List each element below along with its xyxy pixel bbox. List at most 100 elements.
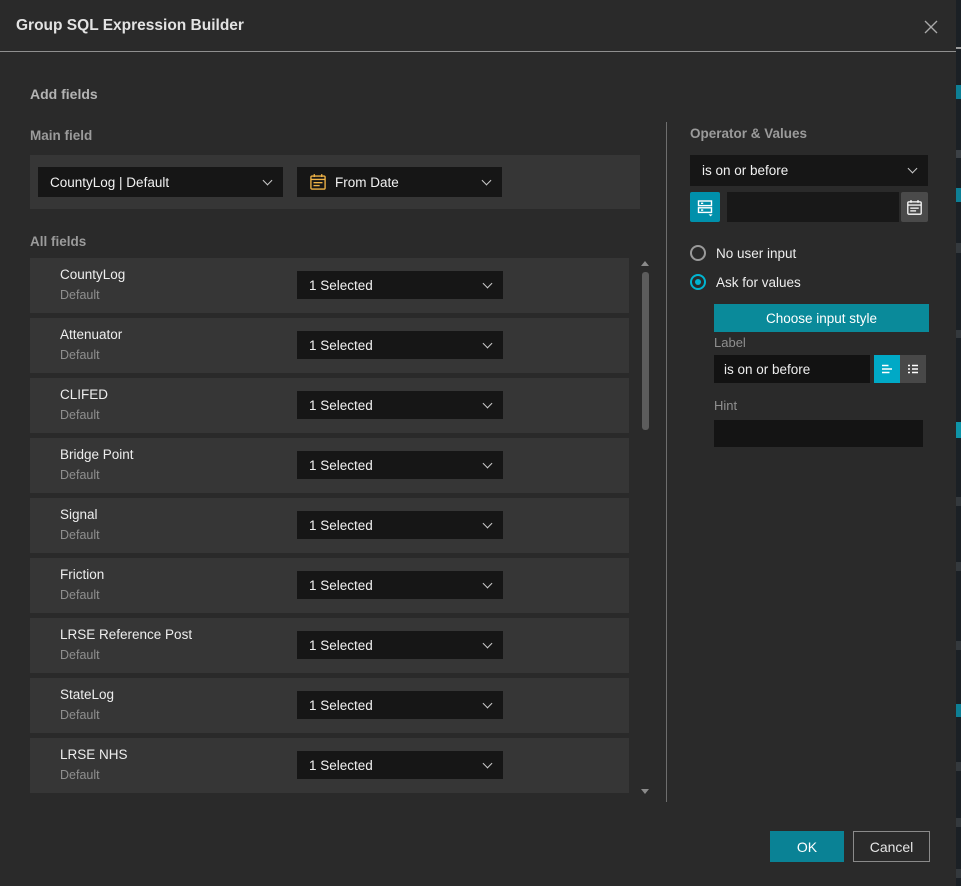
field-row: Friction Default 1 Selected xyxy=(30,558,629,613)
field-selected-dropdown[interactable]: 1 Selected xyxy=(297,451,503,479)
align-left-icon xyxy=(879,361,895,377)
screen: Group SQL Expression Builder Add fields … xyxy=(0,0,961,886)
choose-input-style-button[interactable]: Choose input style xyxy=(714,304,929,332)
dialog-title: Group SQL Expression Builder xyxy=(16,0,244,52)
cancel-button[interactable]: Cancel xyxy=(853,831,930,862)
date-picker-button[interactable] xyxy=(901,192,928,222)
field-selected-dropdown-label: 1 Selected xyxy=(309,518,484,533)
radio-no-user-input-label: No user input xyxy=(716,246,796,261)
radio-ask-for-values-label: Ask for values xyxy=(716,275,801,290)
chevron-down-icon xyxy=(483,698,493,708)
field-name: LRSE NHS xyxy=(60,747,128,762)
field-subtitle: Default xyxy=(60,528,100,542)
group-sql-expression-builder-dialog: Group SQL Expression Builder Add fields … xyxy=(0,0,956,886)
value-input[interactable] xyxy=(727,192,899,222)
dialog-titlebar: Group SQL Expression Builder xyxy=(0,0,956,52)
close-button[interactable] xyxy=(918,14,944,40)
chevron-down-icon xyxy=(483,578,493,588)
field-row: StateLog Default 1 Selected xyxy=(30,678,629,733)
field-subtitle: Default xyxy=(60,348,100,362)
chevron-down-icon xyxy=(483,338,493,348)
field-subtitle: Default xyxy=(60,648,100,662)
background-app-edge xyxy=(956,0,961,886)
calendar-icon xyxy=(309,173,327,191)
field-name: Attenuator xyxy=(60,327,122,342)
field-name: LRSE Reference Post xyxy=(60,627,192,642)
add-fields-heading: Add fields xyxy=(30,86,98,102)
field-row: CountyLog Default 1 Selected xyxy=(30,258,629,313)
chevron-down-icon xyxy=(483,278,493,288)
field-selected-dropdown[interactable]: 1 Selected xyxy=(297,271,503,299)
chevron-down-icon xyxy=(483,518,493,528)
field-selected-dropdown[interactable]: 1 Selected xyxy=(297,571,503,599)
all-fields-list: CountyLog Default 1 Selected Attenuator … xyxy=(30,258,629,798)
field-selected-dropdown-label: 1 Selected xyxy=(309,458,484,473)
main-field-heading: Main field xyxy=(30,128,92,143)
field-selected-dropdown-label: 1 Selected xyxy=(309,758,484,773)
scroll-down-icon[interactable] xyxy=(641,789,649,794)
main-layer-dropdown-label: CountyLog | Default xyxy=(50,175,264,190)
radio-icon xyxy=(690,274,706,290)
field-subtitle: Default xyxy=(60,288,100,302)
field-subtitle: Default xyxy=(60,768,100,782)
single-line-style-button[interactable] xyxy=(874,355,900,383)
field-selected-dropdown[interactable]: 1 Selected xyxy=(297,751,503,779)
field-selected-dropdown[interactable]: 1 Selected xyxy=(297,631,503,659)
field-row: LRSE Reference Post Default 1 Selected xyxy=(30,618,629,673)
label-caption: Label xyxy=(714,335,746,350)
field-selected-dropdown-label: 1 Selected xyxy=(309,638,484,653)
field-subtitle: Default xyxy=(60,468,100,482)
scroll-up-icon[interactable] xyxy=(641,261,649,266)
radio-icon xyxy=(690,245,706,261)
main-field-row: CountyLog | Default From Date xyxy=(30,155,640,209)
field-row: Signal Default 1 Selected xyxy=(30,498,629,553)
field-name: StateLog xyxy=(60,687,114,702)
value-row xyxy=(690,192,928,222)
operator-dropdown[interactable]: is on or before xyxy=(690,155,928,186)
field-selected-dropdown-label: 1 Selected xyxy=(309,698,484,713)
field-name: CountyLog xyxy=(60,267,125,282)
field-subtitle: Default xyxy=(60,708,100,722)
field-selected-dropdown[interactable]: 1 Selected xyxy=(297,691,503,719)
field-name: Friction xyxy=(60,567,104,582)
operator-values-heading: Operator & Values xyxy=(690,126,807,141)
main-date-field-dropdown[interactable]: From Date xyxy=(297,167,502,197)
field-subtitle: Default xyxy=(60,408,100,422)
chevron-down-icon xyxy=(483,398,493,408)
input-style-toggle-group xyxy=(874,355,926,383)
scrollbar-thumb[interactable] xyxy=(642,272,649,430)
field-selected-dropdown[interactable]: 1 Selected xyxy=(297,391,503,419)
chevron-down-icon xyxy=(482,175,492,185)
main-layer-dropdown[interactable]: CountyLog | Default xyxy=(38,167,283,197)
list-icon xyxy=(905,361,921,377)
field-row: CLIFED Default 1 Selected xyxy=(30,378,629,433)
chevron-down-icon xyxy=(263,175,273,185)
field-row: LRSE NHS Default 1 Selected xyxy=(30,738,629,793)
field-name: Bridge Point xyxy=(60,447,134,462)
close-icon xyxy=(922,18,940,36)
main-date-field-dropdown-label: From Date xyxy=(335,175,475,190)
field-selected-dropdown[interactable]: 1 Selected xyxy=(297,511,503,539)
value-type-toggle-button[interactable] xyxy=(690,192,720,222)
field-selected-dropdown-label: 1 Selected xyxy=(309,278,484,293)
radio-no-user-input[interactable]: No user input xyxy=(690,245,796,261)
radio-ask-for-values[interactable]: Ask for values xyxy=(690,274,801,290)
operator-dropdown-label: is on or before xyxy=(702,163,909,178)
field-selected-dropdown-label: 1 Selected xyxy=(309,578,484,593)
field-selected-dropdown[interactable]: 1 Selected xyxy=(297,331,503,359)
chevron-down-icon xyxy=(483,638,493,648)
calendar-icon xyxy=(906,199,923,216)
chevron-down-icon xyxy=(483,458,493,468)
label-input[interactable] xyxy=(714,355,870,383)
hint-input[interactable] xyxy=(714,420,923,447)
all-fields-heading: All fields xyxy=(30,234,86,249)
hint-caption: Hint xyxy=(714,398,737,413)
field-name: CLIFED xyxy=(60,387,108,402)
chevron-down-icon xyxy=(483,758,493,768)
value-type-icon xyxy=(695,197,715,217)
field-selected-dropdown-label: 1 Selected xyxy=(309,398,484,413)
field-row: Attenuator Default 1 Selected xyxy=(30,318,629,373)
all-fields-scrollbar[interactable] xyxy=(641,258,650,800)
ok-button[interactable]: OK xyxy=(770,831,844,862)
list-style-button[interactable] xyxy=(900,355,926,383)
